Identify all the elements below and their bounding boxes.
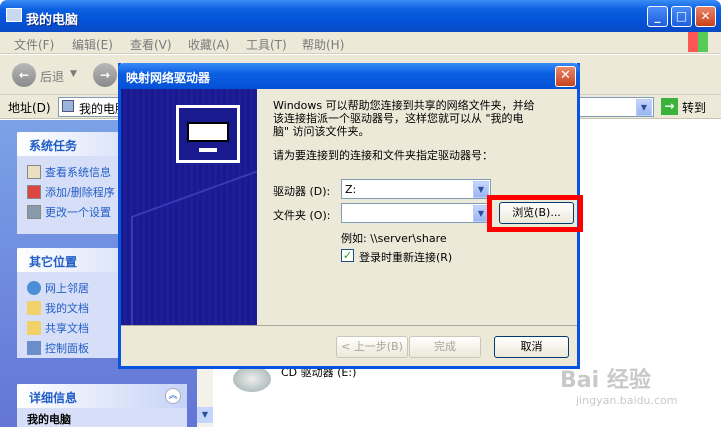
drive-label: 驱动器 (D): [273,185,331,198]
folder-icon [27,301,41,315]
menu-edit[interactable]: 编辑(E) [72,36,113,53]
highlight-box [487,195,583,232]
computer-small-icon [62,100,74,112]
dialog-intro: Windows 可以帮助您连接到共享的网络文件夹，并给 该连接指派一个驱动器号，这… [273,99,535,138]
menu-bar: 文件(F) 编辑(E) 查看(V) 收藏(A) 工具(T) 帮助(H) [0,32,721,54]
details-panel: 详细信息 ︽ 我的电脑 [17,384,187,427]
dialog-prompt: 请为要连接到的连接和文件夹指定驱动器号： [273,149,493,162]
address-dropdown-icon[interactable]: ▼ [636,99,652,116]
dialog-title: 映射网络驱动器 [126,71,211,85]
computer-icon [6,8,22,22]
menu-view[interactable]: 查看(V) [130,36,172,53]
watermark-url: jingyan.baidu.com [576,394,678,407]
folder-label: 文件夹 (O): [273,209,331,222]
maximize-button[interactable]: □ [671,6,692,27]
place-shared-docs[interactable]: 共享文档 [27,320,89,336]
shared-folder-icon [27,321,41,335]
close-button[interactable]: ✕ [695,6,716,27]
back-arrow-icon[interactable]: ← [12,63,36,87]
control-panel-icon [27,341,41,355]
dialog-close-icon[interactable]: ✕ [555,66,576,87]
title-bar: 我的电脑 _ □ ✕ [0,0,721,32]
place-my-documents[interactable]: 我的文档 [27,300,89,316]
drive-value: Z: [345,183,357,196]
details-first: 我的电脑 [27,413,71,426]
scroll-down-icon[interactable]: ▼ [197,407,213,423]
go-arrow-icon[interactable]: → [661,98,678,115]
reconnect-checkbox[interactable]: ✓ [341,249,354,262]
drive-select[interactable]: Z: ▼ [341,179,491,199]
back-dropdown-icon[interactable]: ▼ [70,69,77,79]
windows-logo-icon [688,32,708,52]
go-button[interactable]: 转到 [682,99,706,116]
menu-help[interactable]: 帮助(H) [302,36,344,53]
menu-file[interactable]: 文件(F) [14,36,54,53]
cancel-button[interactable]: 取消 [494,336,569,358]
task-add-remove[interactable]: 添加/删除程序 [27,184,115,200]
minimize-button[interactable]: _ [647,6,668,27]
back-button-label[interactable]: 后退 [40,68,64,85]
divider [121,325,577,326]
network-drive-icon [176,105,240,163]
cd-drive-icon[interactable] [233,366,271,392]
task-view-system-info[interactable]: 查看系统信息 [27,164,111,180]
back-button[interactable]: < 上一步(B) [336,336,408,358]
info-icon [27,165,41,179]
details-title[interactable]: 详细信息 [17,384,187,408]
folder-input[interactable]: ▼ [341,203,491,223]
menu-tools[interactable]: 工具(T) [246,36,287,53]
reconnect-label[interactable]: 登录时重新连接(R) [359,249,452,265]
wizard-banner [121,89,257,325]
place-network[interactable]: 网上邻居 [27,280,89,296]
finish-button[interactable]: 完成 [409,336,481,358]
add-remove-icon [27,185,41,199]
menu-favorites[interactable]: 收藏(A) [188,36,230,53]
task-change-setting[interactable]: 更改一个设置 [27,204,111,220]
settings-icon [27,205,41,219]
window-title: 我的电脑 [26,13,79,28]
dialog-title-bar: 映射网络驱动器 [118,63,580,89]
place-control-panel[interactable]: 控制面板 [27,340,89,356]
forward-arrow-icon[interactable]: → [93,63,117,87]
address-label: 地址(D) [8,101,51,115]
collapse-chevron-icon[interactable]: ︽ [165,388,181,404]
example-text: 例如: \\server\share [341,232,447,245]
network-icon [27,281,41,295]
